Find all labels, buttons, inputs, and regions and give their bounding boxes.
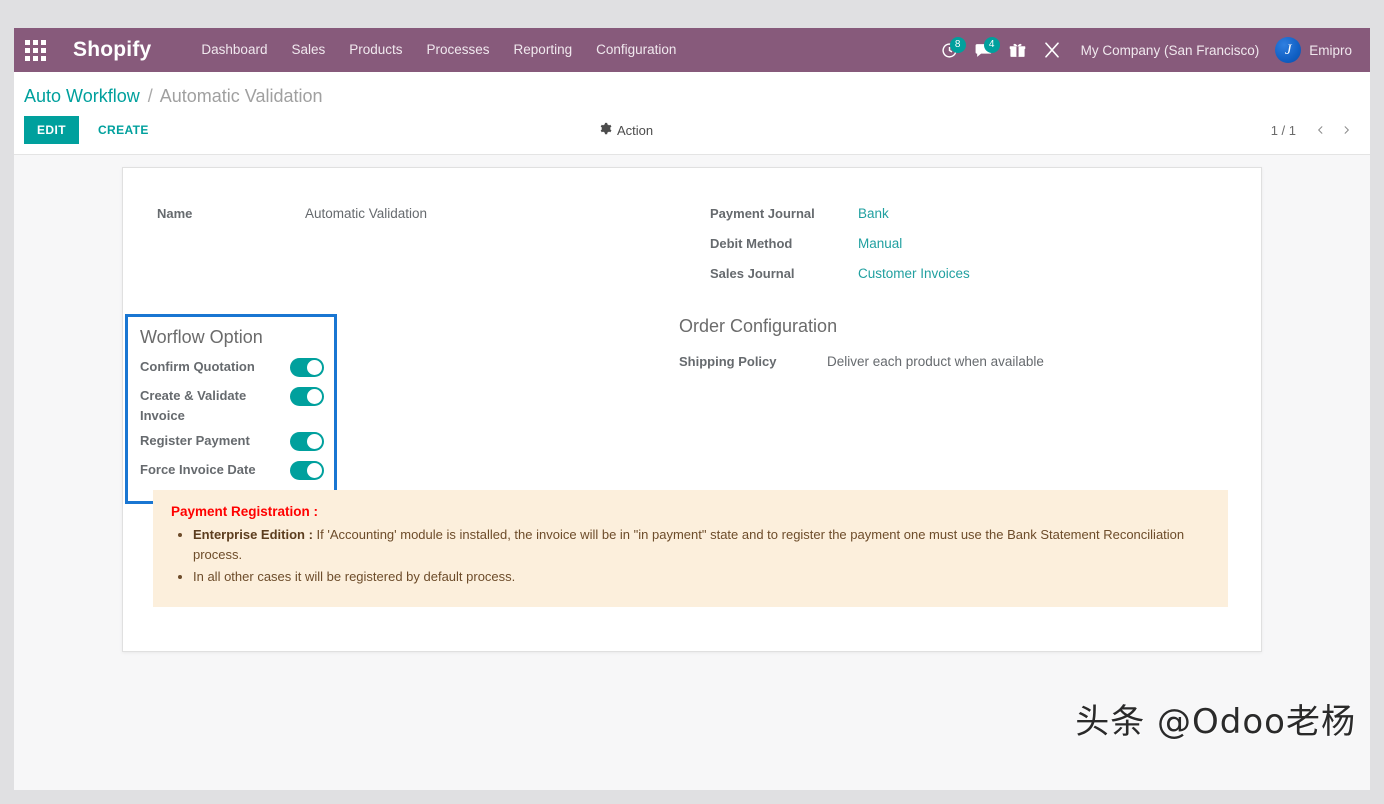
apps-grid-glyph — [24, 39, 46, 61]
form-left-column: Name Automatic Validation — [157, 202, 692, 292]
toggle-create-validate-invoice[interactable] — [290, 387, 324, 406]
control-panel: Auto Workflow / Automatic Validation EDI… — [14, 72, 1370, 155]
list-item: In all other cases it will be registered… — [193, 567, 1210, 587]
breadcrumb-root[interactable]: Auto Workflow — [24, 86, 140, 106]
field-name-value[interactable]: Automatic Validation — [305, 202, 427, 226]
workflow-option-confirm-quotation: Confirm Quotation — [140, 357, 324, 381]
menu-item-reporting[interactable]: Reporting — [502, 28, 585, 72]
chevron-right-icon[interactable] — [1334, 118, 1358, 142]
toggle-confirm-quotation[interactable] — [290, 358, 324, 377]
workflow-option-title: Worflow Option — [140, 327, 263, 347]
action-menu[interactable]: Action — [599, 122, 653, 138]
create-button[interactable]: CREATE — [85, 116, 162, 144]
menu-item-dashboard[interactable]: Dashboard — [189, 28, 279, 72]
main-menu: Dashboard Sales Products Processes Repor… — [189, 28, 688, 72]
messages-chat-icon[interactable]: 4 — [967, 28, 1001, 72]
menu-item-configuration[interactable]: Configuration — [584, 28, 688, 72]
edit-button[interactable]: EDIT — [24, 116, 79, 144]
action-label: Action — [617, 122, 654, 138]
control-panel-buttons: EDIT CREATE Action 1 / 1 — [14, 110, 1370, 154]
field-name-label: Name — [157, 206, 193, 221]
field-debit-method-label: Debit Method — [710, 236, 793, 251]
avatar: J — [1275, 37, 1302, 63]
chevron-left-icon[interactable] — [1308, 118, 1332, 142]
field-sales-journal: Sales Journal Customer Invoices — [710, 262, 1227, 286]
record-pager: 1 / 1 — [1271, 118, 1358, 142]
workflow-option-create-validate-invoice-label: Create & Validate Invoice — [140, 388, 247, 423]
workflow-option-register-payment: Register Payment — [140, 431, 324, 455]
field-shipping-policy-value[interactable]: Deliver each product when available — [827, 350, 1044, 374]
breadcrumb-current: Automatic Validation — [159, 86, 323, 106]
form-right-column: Payment Journal Bank Debit Method Manual… — [692, 202, 1227, 292]
toggle-knob — [307, 434, 322, 449]
user-menu[interactable]: J Emipro — [1271, 37, 1358, 63]
payment-registration-alert-list: Enterprise Edition : If 'Accounting' mod… — [171, 525, 1210, 587]
field-sales-journal-value[interactable]: Customer Invoices — [858, 262, 970, 286]
gift-box-icon[interactable] — [1001, 28, 1035, 72]
workflow-option-confirm-quotation-label: Confirm Quotation — [140, 359, 255, 374]
field-payment-journal-label: Payment Journal — [710, 206, 815, 221]
brand-title: Shopify — [73, 38, 152, 61]
toggle-knob — [307, 389, 322, 404]
field-shipping-policy: Shipping Policy Deliver each product whe… — [679, 350, 1199, 374]
field-payment-journal-value[interactable]: Bank — [858, 202, 889, 226]
form-top-columns: Name Automatic Validation Payment Journa… — [157, 202, 1227, 292]
workflow-option-register-payment-label: Register Payment — [140, 433, 250, 448]
alert-item-text: In all other cases it will be registered… — [193, 569, 516, 584]
alert-item-text: If 'Accounting' module is installed, the… — [193, 527, 1185, 562]
field-debit-method-value[interactable]: Manual — [858, 232, 902, 256]
workflow-option-force-invoice-date-label: Force Invoice Date — [140, 462, 256, 477]
field-sales-journal-label: Sales Journal — [710, 266, 795, 281]
field-name: Name Automatic Validation — [157, 202, 692, 226]
toggle-force-invoice-date[interactable] — [290, 461, 324, 480]
order-configuration-title: Order Configuration — [679, 316, 838, 336]
menu-item-sales[interactable]: Sales — [279, 28, 337, 72]
activity-clock-icon[interactable]: 8 — [933, 28, 967, 72]
odoo-application: Shopify Dashboard Sales Products Process… — [14, 28, 1370, 790]
field-shipping-policy-label: Shipping Policy — [679, 354, 777, 369]
form-content-area: Name Automatic Validation Payment Journa… — [14, 155, 1370, 755]
form-sheet-inner: Name Automatic Validation Payment Journa… — [123, 168, 1261, 651]
activity-count-badge: 8 — [949, 37, 966, 53]
pager-value: 1 / 1 — [1270, 122, 1296, 138]
top-navbar: Shopify Dashboard Sales Products Process… — [14, 28, 1370, 72]
order-configuration-group: Order Configuration Shipping Policy Deli… — [679, 314, 1199, 380]
menu-item-processes[interactable]: Processes — [415, 28, 502, 72]
navbar-right-tools: 8 4 My Company (San Francisco) J Emipro — [933, 28, 1358, 72]
workflow-option-group: Worflow Option Confirm Quotation Create … — [125, 314, 337, 504]
apps-grid-icon[interactable] — [18, 28, 52, 72]
breadcrumb: Auto Workflow / Automatic Validation — [14, 72, 1370, 110]
field-debit-method: Debit Method Manual — [710, 232, 1227, 256]
form-sheet: Name Automatic Validation Payment Journa… — [122, 167, 1262, 652]
workflow-option-force-invoice-date: Force Invoice Date — [140, 460, 324, 484]
company-selector[interactable]: My Company (San Francisco) — [1069, 43, 1272, 58]
gear-icon — [599, 122, 612, 138]
browser-frame: Shopify Dashboard Sales Products Process… — [0, 0, 1384, 804]
payment-registration-alert-title: Payment Registration : — [171, 504, 319, 519]
toggle-knob — [307, 360, 322, 375]
workflow-option-create-validate-invoice: Create & Validate Invoice — [140, 386, 324, 426]
alert-item-bold: Enterprise Edition : — [193, 527, 313, 542]
watermark: 头条 @Odoo老杨 — [1075, 702, 1356, 742]
breadcrumb-separator: / — [147, 86, 153, 106]
user-name: Emipro — [1309, 42, 1352, 58]
toggle-knob — [307, 463, 322, 478]
field-payment-journal: Payment Journal Bank — [710, 202, 1227, 226]
tools-cross-icon[interactable] — [1035, 28, 1069, 72]
toggle-register-payment[interactable] — [290, 432, 324, 451]
messages-count-badge: 4 — [983, 37, 1000, 53]
menu-item-products[interactable]: Products — [337, 28, 414, 72]
list-item: Enterprise Edition : If 'Accounting' mod… — [193, 525, 1210, 565]
payment-registration-alert: Payment Registration : Enterprise Editio… — [153, 490, 1228, 607]
